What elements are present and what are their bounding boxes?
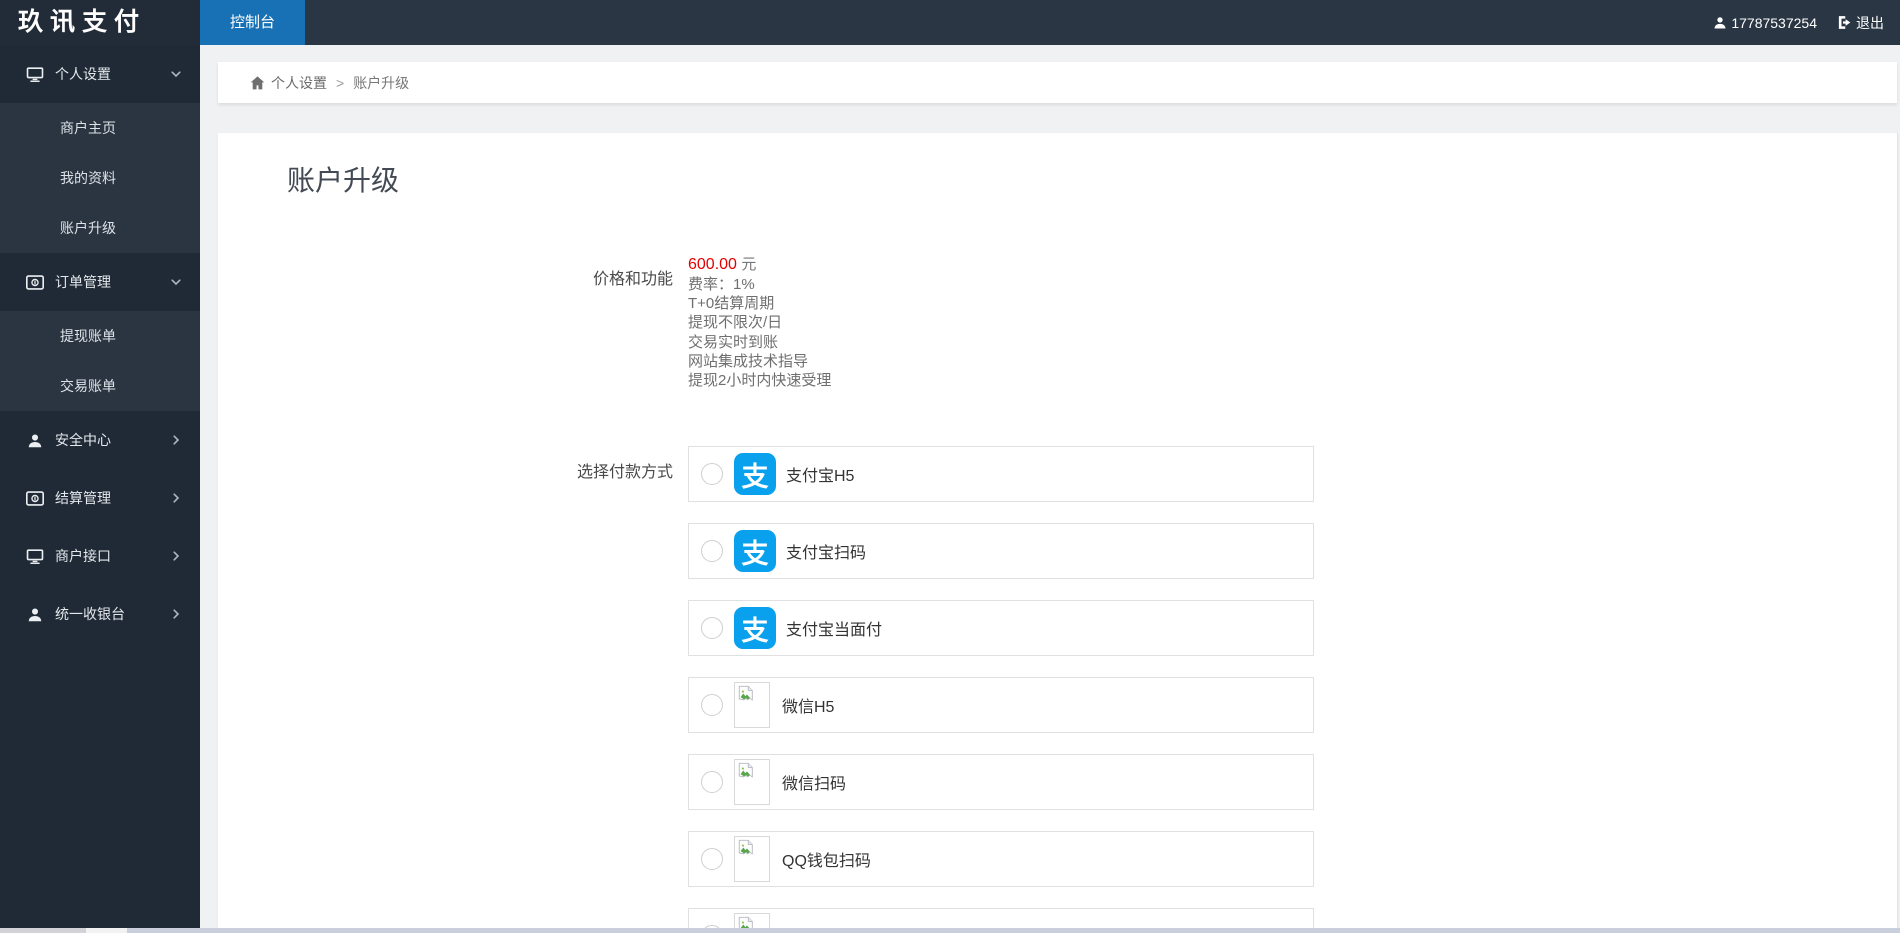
- price-features: 600.00 元 费率：1% T+0结算周期 提现不限次/日 交易实时到账 网站集成技术…: [688, 255, 831, 390]
- payment-option-label: 支付宝当面付: [786, 622, 883, 639]
- price-amount: 600.00: [688, 256, 737, 273]
- desktop-icon: [26, 548, 44, 565]
- feature-line: 交易实时到账: [688, 333, 779, 351]
- sidebar-item-withdraw-bills[interactable]: 提现账单: [0, 311, 200, 361]
- user-icon: [26, 432, 44, 449]
- broken-image-icon: [734, 759, 770, 805]
- chevron-down-icon: [170, 276, 182, 288]
- sidebar-item-unified-checkout[interactable]: 统一收银台: [0, 585, 200, 643]
- payment-option-qq-wallet-qr[interactable]: QQ钱包扫码: [688, 831, 1314, 887]
- sidebar-item-order-management[interactable]: 订单管理: [0, 253, 200, 311]
- chevron-right-icon: [170, 434, 182, 446]
- money-icon: [26, 490, 44, 506]
- feature-line: 费率：1%: [688, 276, 755, 293]
- submenu-order-management: 提现账单 交易账单: [0, 311, 200, 411]
- breadcrumb-home[interactable]: 个人设置: [271, 73, 327, 93]
- sidebar-item-transaction-bills[interactable]: 交易账单: [0, 361, 200, 411]
- breadcrumb: 个人设置 > 账户升级: [218, 62, 1897, 103]
- alipay-icon: 支: [734, 530, 776, 572]
- radio-wechat-qr[interactable]: [701, 771, 723, 793]
- broken-image-icon: [734, 682, 770, 728]
- feature-line: 网站集成技术指导: [688, 352, 809, 370]
- person-icon: [1713, 15, 1727, 30]
- brand-logo: 玖讯支付: [0, 0, 200, 45]
- chevron-right-icon: [170, 550, 182, 562]
- scrollbar-track-right: [127, 928, 1900, 933]
- home-icon: [250, 75, 265, 90]
- broken-image-icon: [734, 836, 770, 882]
- price-unit: 元: [741, 256, 757, 273]
- user-icon: [26, 606, 44, 623]
- alipay-icon: 支: [734, 453, 776, 495]
- breadcrumb-current: 账户升级: [353, 74, 410, 91]
- price-line: 600.00 元: [688, 255, 831, 275]
- price-label: 价格和功能: [592, 271, 673, 288]
- tab-console[interactable]: 控制台: [200, 0, 306, 45]
- radio-wechat-h5[interactable]: [701, 694, 723, 716]
- payment-option-wechat-qr[interactable]: 微信扫码: [688, 754, 1314, 810]
- radio-alipay-qr[interactable]: [701, 540, 723, 562]
- horizontal-scrollbar[interactable]: [0, 928, 1900, 933]
- payment-option-label: 微信扫码: [782, 776, 847, 793]
- sidebar-item-label: 统一收银台: [55, 606, 125, 622]
- scrollbar-track-left: [0, 928, 86, 933]
- payment-section: 选择付款方式 支支付宝H5 支支付宝扫码支支付宝当面付 微信H5 微信扫码 QQ钱包扫码…: [218, 446, 1314, 933]
- desktop-icon: [26, 66, 44, 83]
- payment-option-alipay-f2f[interactable]: 支支付宝当面付: [688, 600, 1314, 656]
- sidebar-item-label: 商户接口: [55, 548, 111, 564]
- content-area: 个人设置 > 账户升级 账户升级 价格和功能 600.00 元 费率：1% T+0…: [200, 45, 1900, 933]
- sidebar-item-label: 订单管理: [55, 274, 111, 290]
- sidebar-item-my-profile[interactable]: 我的资料: [0, 153, 200, 203]
- logout-label: 退出: [1856, 14, 1884, 31]
- feature-line: T+0结算周期: [688, 295, 775, 313]
- payment-option-alipay-qr[interactable]: 支支付宝扫码: [688, 523, 1314, 579]
- sidebar-item-account-upgrade[interactable]: 账户升级: [0, 203, 200, 253]
- chevron-down-icon: [170, 68, 182, 80]
- alipay-icon: 支: [734, 607, 776, 649]
- sidebar-item-label: 个人设置: [55, 66, 111, 82]
- breadcrumb-separator: >: [336, 74, 345, 91]
- payment-method-list: 支支付宝H5支支付宝扫码支支付宝当面付微信H5微信扫码QQ钱包扫码QQ钱包H5: [688, 446, 1314, 933]
- logout-button[interactable]: 退出: [1837, 13, 1884, 33]
- sidebar-menu: 个人设置商户主页 我的资料 账户升级订单管理提现账单 交易账单安全中心结算管理商户接口…: [0, 45, 200, 643]
- submenu-personal-settings: 商户主页 我的资料 账户升级: [0, 103, 200, 253]
- sidebar-item-security-center[interactable]: 安全中心: [0, 411, 200, 469]
- sidebar-item-label: 结算管理: [55, 490, 111, 506]
- chevron-right-icon: [170, 608, 182, 620]
- scrollbar-thumb[interactable]: [86, 928, 127, 933]
- payment-option-label: QQ钱包扫码: [782, 853, 871, 870]
- radio-qq-wallet-qr[interactable]: [701, 848, 723, 870]
- feature-list: 费率：1% T+0结算周期 提现不限次/日 交易实时到账 网站集成技术指导提现2小时内快…: [688, 275, 831, 390]
- page-title: 账户升级: [287, 165, 400, 196]
- sidebar: 个人设置商户主页 我的资料 账户升级订单管理提现账单 交易账单安全中心结算管理商户接口…: [0, 45, 200, 933]
- sidebar-item-label: 安全中心: [55, 432, 111, 448]
- payment-option-wechat-h5[interactable]: 微信H5: [688, 677, 1314, 733]
- logout-icon: [1837, 15, 1852, 30]
- sidebar-item-personal-settings[interactable]: 个人设置: [0, 45, 200, 103]
- payment-option-label: 支付宝H5: [786, 468, 855, 485]
- feature-line: 提现2小时内快速受理: [688, 372, 832, 390]
- user-menu[interactable]: 17787537254: [1713, 15, 1817, 31]
- price-section: 价格和功能 600.00 元 费率：1% T+0结算周期 提现不限次/日 交易实时到账…: [218, 255, 831, 390]
- payment-option-alipay-h5[interactable]: 支支付宝H5: [688, 446, 1314, 502]
- payment-option-label: 支付宝扫码: [786, 545, 867, 562]
- payment-option-label: 微信H5: [782, 699, 835, 716]
- upgrade-card: 账户升级 价格和功能 600.00 元 费率：1% T+0结算周期 提现不限次/日交…: [218, 133, 1898, 933]
- navbar-right: 17787537254 退出: [1713, 0, 1884, 45]
- payment-method-label: 选择付款方式: [576, 464, 673, 481]
- money-icon: [26, 274, 44, 290]
- radio-alipay-h5[interactable]: [701, 463, 723, 485]
- radio-alipay-f2f[interactable]: [701, 617, 723, 639]
- sidebar-item-merchant-api[interactable]: 商户接口: [0, 527, 200, 585]
- sidebar-item-settlement-mgmt[interactable]: 结算管理: [0, 469, 200, 527]
- sidebar-item-merchant-home[interactable]: 商户主页: [0, 103, 200, 153]
- chevron-right-icon: [170, 492, 182, 504]
- top-navbar: 玖讯支付 控制台 17787537254 退出: [0, 0, 1900, 45]
- feature-line: 提现不限次/日: [688, 314, 783, 332]
- username: 17787537254: [1731, 14, 1817, 31]
